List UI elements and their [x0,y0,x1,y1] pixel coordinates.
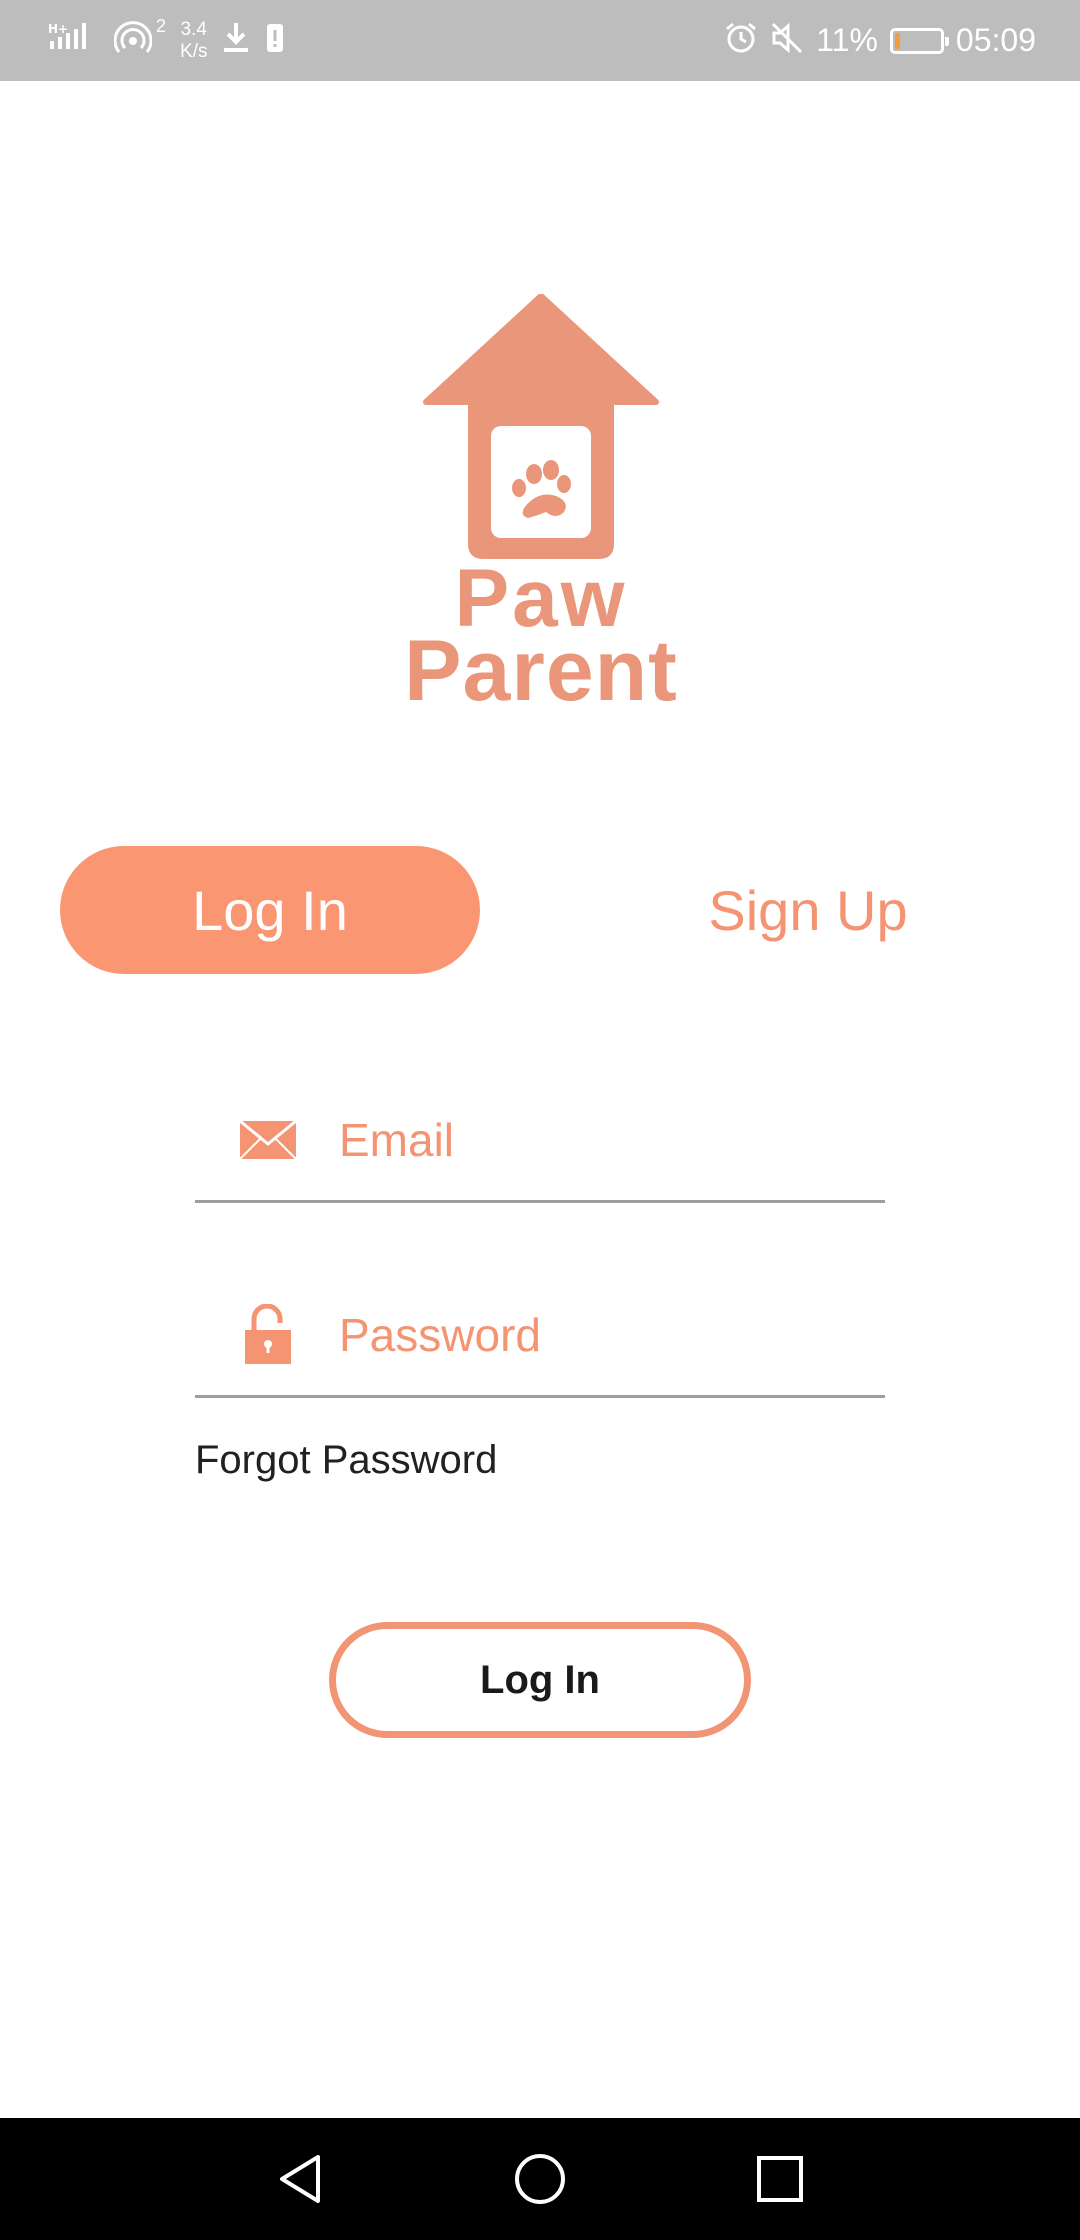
app-logo: Paw Parent [386,293,696,719]
email-input[interactable] [339,1104,859,1176]
status-bar: H+ 2 3.4 K/s 11% 05:09 [0,0,1080,81]
navigation-bar [0,2118,1080,2240]
download-icon [221,21,251,60]
envelope-icon [239,1104,297,1176]
battery-percent: 11% [816,22,878,58]
home-icon[interactable] [500,2139,580,2219]
forgot-password-link[interactable]: Forgot Password [195,1438,497,1483]
status-right: 11% 05:09 [724,0,1036,81]
speed-value: 3.4 [180,18,207,40]
recents-icon[interactable] [740,2139,820,2219]
signal-icon: H+ [48,21,100,60]
alarm-icon [724,21,758,60]
password-input[interactable] [339,1299,859,1371]
tab-login[interactable]: Log In [60,846,480,974]
logo-word-parent: Parent [404,623,678,719]
tab-signup[interactable]: Sign Up [618,846,998,974]
svg-text:H+: H+ [48,22,68,36]
login-button[interactable]: Log In [329,1622,751,1738]
back-icon[interactable] [260,2139,340,2219]
battery-level [894,32,900,49]
sim-alert-icon [265,21,285,60]
mute-icon [770,21,804,60]
hotspot-icon [113,21,153,60]
unlock-icon [239,1299,297,1371]
clock: 05:09 [955,22,1036,58]
hotspot-count: 2 [156,16,167,36]
password-field [195,1275,885,1398]
email-field [195,1080,885,1203]
speed-unit: K/s [180,40,208,62]
house-paw-icon [423,293,659,559]
battery-icon [889,27,949,54]
network-speed: 3.4 K/s [180,19,207,63]
status-left: H+ 2 3.4 K/s [48,0,285,81]
